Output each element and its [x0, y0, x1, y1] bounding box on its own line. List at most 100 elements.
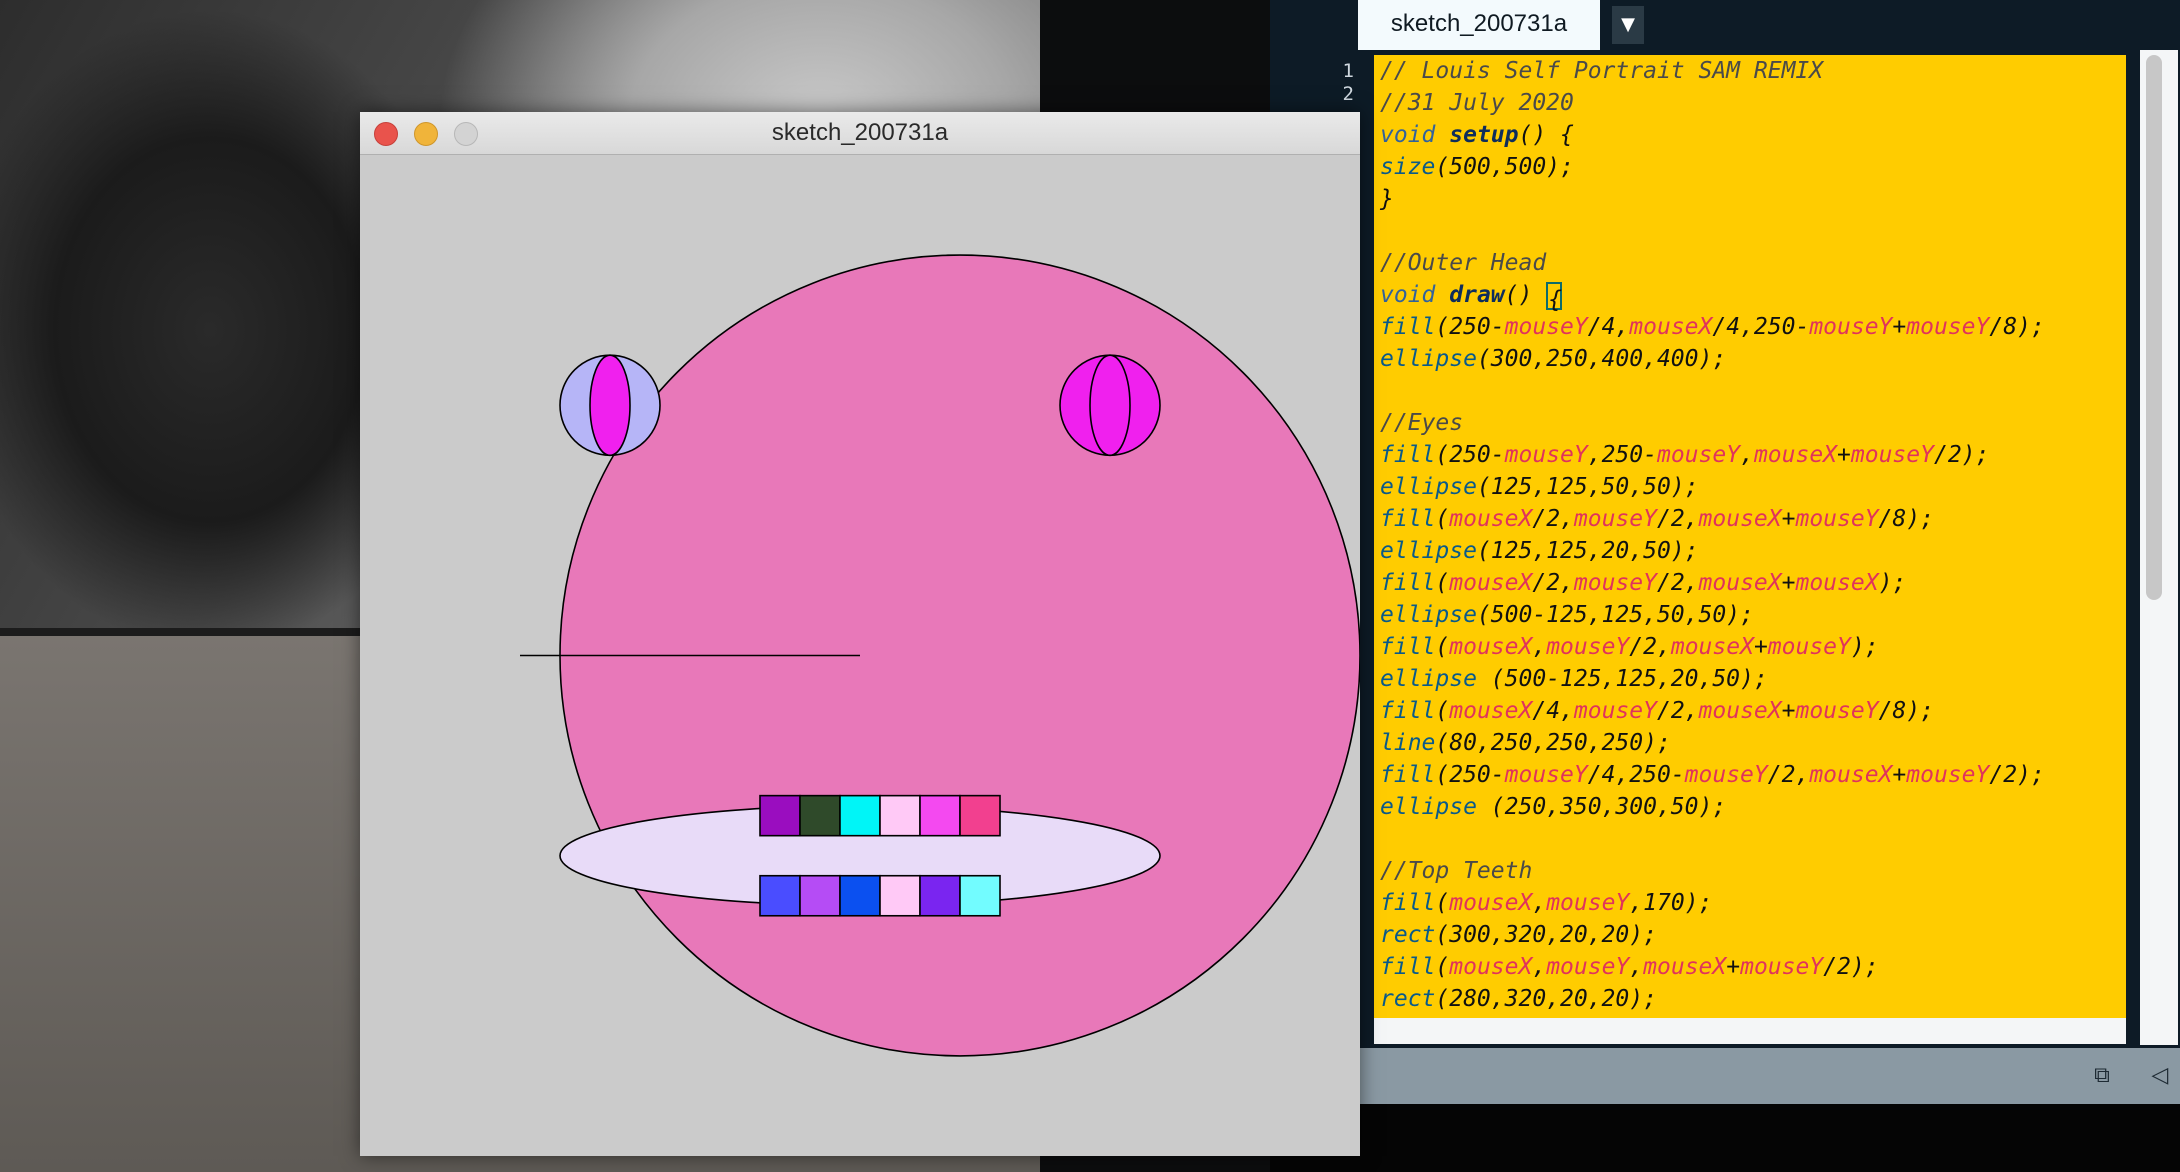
code-token: mouseY: [1573, 698, 1657, 724]
code-token: /2,: [1656, 698, 1699, 724]
tab-sketch[interactable]: sketch_200731a: [1358, 0, 1600, 50]
code-token: //31 July 2020: [1380, 90, 1574, 116]
code-line: ellipse(125,125,50,50);: [1380, 471, 1699, 503]
code-token: mouseY: [1546, 634, 1630, 660]
tab-menu-dropdown-icon[interactable]: ▼: [1612, 6, 1644, 44]
top-tooth: [919, 794, 961, 837]
code-line: //Eyes: [1380, 407, 1463, 439]
code-token: () {: [1518, 122, 1574, 148]
code-token: ,170);: [1629, 890, 1713, 916]
code-token: mouseY: [1684, 762, 1768, 788]
code-token: mouseX: [1449, 634, 1533, 660]
code-token: //Eyes: [1380, 410, 1464, 436]
code-token: (: [1435, 570, 1450, 596]
top-tooth: [799, 794, 841, 837]
code-token: ,250-: [1587, 442, 1657, 468]
code-token: /8);: [1989, 314, 2045, 340]
code-line: rect(300,320,20,20);: [1380, 919, 1657, 951]
code-line: ellipse(125,125,20,50);: [1380, 535, 1699, 567]
code-token: mouseX: [1809, 762, 1893, 788]
line-number: 1: [1342, 60, 1354, 82]
code-token: /8);: [1878, 506, 1934, 532]
collapse-icon[interactable]: ◁: [2146, 1062, 2174, 1090]
code-token: /2,: [1656, 570, 1699, 596]
bottom-tooth: [879, 874, 921, 917]
code-line: fill(mouseX,mouseY/2,mouseX+mouseY);: [1380, 631, 1879, 663]
horizontal-scrollbar[interactable]: [1374, 1018, 2126, 1044]
code-token: mouseY: [1795, 698, 1879, 724]
code-line: ellipse(500-125,125,50,50);: [1380, 599, 1754, 631]
code-token: size: [1380, 154, 1436, 180]
code-token: +: [1781, 506, 1796, 532]
code-token: rect: [1380, 986, 1436, 1012]
tab-label: sketch_200731a: [1390, 10, 1568, 37]
left-eye-inner: [589, 354, 631, 457]
code-token: mouseX: [1698, 506, 1782, 532]
code-token: mouseY: [1795, 506, 1879, 532]
code-token: mouseY: [1906, 762, 1990, 788]
window-title: sketch_200731a: [771, 119, 949, 146]
code-token: fill: [1380, 890, 1436, 916]
code-token: ellipse: [1380, 538, 1477, 564]
code-token: (500-125,125,50,50);: [1476, 602, 1754, 628]
code-token: /8);: [1878, 698, 1934, 724]
window-titlebar[interactable]: sketch_200731a: [360, 112, 1360, 155]
editor-tab-bar: sketch_200731a ▼: [1270, 0, 2180, 50]
code-token: fill: [1380, 698, 1436, 724]
code-token: /2);: [1823, 954, 1879, 980]
code-line: fill(mouseX/2,mouseY/2,mouseX+mouseX);: [1380, 567, 1906, 599]
code-token: (125,125,20,50);: [1476, 538, 1699, 564]
code-token: (250-: [1435, 762, 1505, 788]
code-token: mouseY: [1573, 570, 1657, 596]
code-line: fill(mouseX/4,mouseY/2,mouseX+mouseY/8);: [1380, 695, 1934, 727]
code-token: line: [1380, 730, 1436, 756]
code-token: mouseY: [1504, 762, 1588, 788]
code-token: +: [1892, 314, 1907, 340]
code-token: mouseY: [1850, 442, 1934, 468]
code-line: // Louis Self Portrait SAM REMIX: [1380, 55, 1823, 87]
code-token: (: [1435, 506, 1450, 532]
code-line: fill(250-mouseY,250-mouseY,mouseX+mouseY…: [1380, 439, 1989, 471]
bottom-tooth: [839, 874, 881, 917]
code-line: fill(mouseX,mouseY,mouseX+mouseY/2);: [1380, 951, 1879, 983]
sketch-canvas[interactable]: [360, 155, 1360, 1156]
code-token: );: [1850, 634, 1879, 660]
code-token: mouseY: [1504, 442, 1588, 468]
code-line: void setup() {: [1380, 119, 1574, 151]
code-token: (250-: [1435, 442, 1505, 468]
copy-icon[interactable]: ⧉: [2088, 1062, 2116, 1090]
code-token: (): [1504, 282, 1547, 308]
code-token: mouseX: [1698, 570, 1782, 596]
code-token: fill: [1380, 570, 1436, 596]
code-token: setup: [1449, 122, 1519, 148]
text-cursor: {: [1546, 281, 1563, 313]
sketch-window: sketch_200731a: [360, 112, 1360, 1156]
bottom-tooth: [959, 874, 1001, 917]
code-line: }: [1380, 183, 1394, 215]
code-token: mouseX: [1449, 954, 1533, 980]
code-token: /2,: [1767, 762, 1810, 788]
top-tooth: [839, 794, 881, 837]
code-token: +: [1837, 442, 1851, 468]
code-token: (: [1435, 954, 1450, 980]
code-token: (250,350,300,50);: [1476, 794, 1727, 820]
code-token: mouseX: [1698, 698, 1782, 724]
code-token: mouseX: [1449, 698, 1533, 724]
code-token: void: [1380, 122, 1450, 148]
code-token: mouseX: [1629, 314, 1713, 340]
code-text-area[interactable]: // Louis Self Portrait SAM REMIX //31 Jul…: [1374, 55, 2126, 1023]
code-token: rect: [1380, 922, 1436, 948]
code-token: mouseX: [1753, 442, 1838, 468]
code-token: /4,: [1532, 698, 1574, 724]
code-token: mouseX: [1449, 570, 1533, 596]
code-token: ,: [1740, 442, 1754, 468]
code-token: (: [1435, 634, 1450, 660]
code-token: (500-125,125,20,50);: [1476, 666, 1768, 692]
code-line: ellipse (250,350,300,50);: [1380, 791, 1726, 823]
code-line: ellipse(300,250,400,400);: [1380, 343, 1726, 375]
code-token: // Louis Self Portrait SAM REMIX: [1380, 58, 1824, 84]
vertical-scrollbar-thumb[interactable]: [2146, 55, 2162, 600]
code-token: (250-: [1435, 314, 1505, 340]
code-token: mouseY: [1906, 314, 1990, 340]
line-number: 2: [1342, 83, 1354, 105]
